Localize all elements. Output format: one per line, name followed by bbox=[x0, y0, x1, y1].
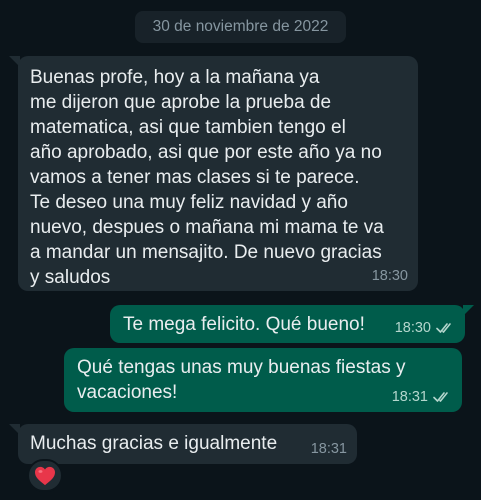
message-text: Buenas profe, hoy a la mañana ya me dije… bbox=[30, 67, 384, 288]
message-bubble-outgoing[interactable]: Qué tengas unas muy buenas fiestas y vac… bbox=[64, 348, 462, 412]
message-meta: 18:30 bbox=[395, 320, 455, 336]
message-time: 18:31 bbox=[391, 389, 428, 405]
double-check-icon bbox=[436, 323, 451, 333]
message-time: 18:31 bbox=[310, 441, 347, 457]
message-time: 18:30 bbox=[371, 268, 408, 284]
date-divider: 30 de noviembre de 2022 bbox=[135, 11, 346, 43]
double-check-icon bbox=[433, 392, 448, 402]
message-meta: 18:30 bbox=[372, 268, 408, 284]
message-reaction[interactable] bbox=[27, 459, 63, 492]
heart-icon bbox=[35, 466, 55, 485]
message-bubble-outgoing[interactable]: Te mega felicito. Qué bueno! 18:30 bbox=[110, 305, 465, 343]
message-bubble-incoming[interactable]: Buenas profe, hoy a la mañana ya me dije… bbox=[18, 56, 418, 291]
bubble-tail bbox=[463, 305, 474, 316]
message-text: Muchas gracias e igualmente bbox=[30, 433, 278, 454]
message-meta: 18:31 bbox=[392, 389, 452, 405]
message-bubble-incoming[interactable]: Muchas gracias e igualmente 18:31 bbox=[18, 424, 357, 464]
message-time: 18:30 bbox=[394, 320, 431, 336]
date-divider-label: 30 de noviembre de 2022 bbox=[152, 18, 329, 35]
message-meta: 18:31 bbox=[311, 441, 347, 457]
